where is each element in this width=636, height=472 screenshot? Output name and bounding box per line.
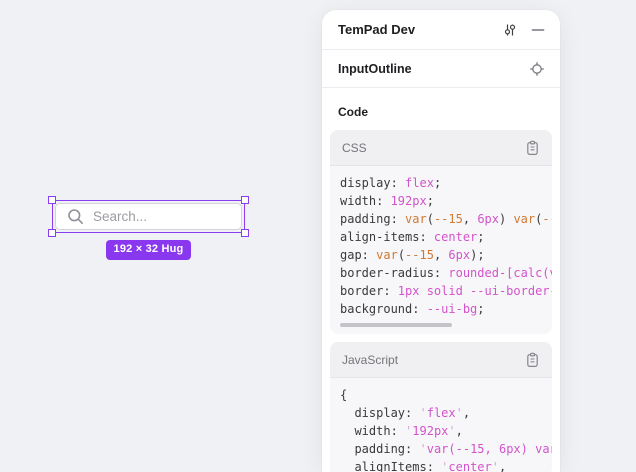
selection-handle-bottom-left[interactable] — [48, 229, 56, 237]
selection-size-badge: 192 × 32 Hug — [106, 240, 192, 260]
horizontal-scrollbar — [340, 323, 542, 327]
panel-header: TemPad Dev — [322, 10, 560, 50]
selection-size-badge-wrap: 192 × 32 Hug — [52, 239, 245, 260]
javascript-code-body: { display: 'flex', width: '192px', paddi… — [330, 378, 552, 472]
code-line: align-items: center; — [340, 228, 552, 246]
code-line: width: '192px', — [340, 422, 552, 440]
crosshair-icon[interactable] — [529, 61, 545, 77]
selection-handle-top-left[interactable] — [48, 196, 56, 204]
code-section-label: Code — [338, 105, 544, 119]
code-line: { — [340, 386, 552, 404]
selected-component-search-input[interactable]: Search... — [52, 200, 245, 233]
code-line: width: 192px; — [340, 192, 552, 210]
code-line: padding: var(--15, 6px) var(--15, 6px); — [340, 210, 552, 228]
code-line: border-radius: rounded-[calc(var( — [340, 264, 552, 282]
minimize-icon[interactable] — [531, 23, 545, 37]
clipboard-icon[interactable] — [525, 140, 540, 156]
css-code-header: CSS — [330, 130, 552, 166]
search-icon — [67, 208, 84, 225]
javascript-code-block: JavaScript { display: 'flex', width: '19… — [330, 342, 552, 472]
horizontal-scrollbar-thumb[interactable] — [340, 323, 452, 327]
selected-node-row: InputOutline — [322, 50, 560, 88]
code-line: background: --ui-bg; — [340, 300, 552, 318]
javascript-code-language: JavaScript — [342, 353, 525, 367]
javascript-code-header: JavaScript — [330, 342, 552, 378]
code-line: border: 1px solid --ui-border- — [340, 282, 552, 300]
css-code-language: CSS — [342, 141, 525, 155]
panel-title: TemPad Dev — [338, 22, 502, 37]
sliders-icon[interactable] — [502, 22, 518, 38]
clipboard-icon[interactable] — [525, 352, 540, 368]
search-placeholder: Search... — [93, 209, 147, 224]
code-line: gap: var(--15, 6px); — [340, 246, 552, 264]
code-line: display: 'flex', — [340, 404, 552, 422]
css-code-body: display: flex;width: 192px;padding: var(… — [330, 166, 552, 318]
code-line: padding: 'var(--15, 6px) var(--15, 6px)'… — [340, 440, 552, 458]
selection-handle-bottom-right[interactable] — [241, 229, 249, 237]
tempad-dev-panel: TemPad Dev InputOutline — [322, 10, 560, 472]
search-field[interactable]: Search... — [55, 203, 242, 230]
selection-handle-top-right[interactable] — [241, 196, 249, 204]
selected-node-name: InputOutline — [338, 62, 529, 76]
css-code-block: CSS display: flex;width: 192px;padding: … — [330, 130, 552, 334]
code-line: alignItems: 'center', — [340, 458, 552, 472]
code-line: display: flex; — [340, 174, 552, 192]
